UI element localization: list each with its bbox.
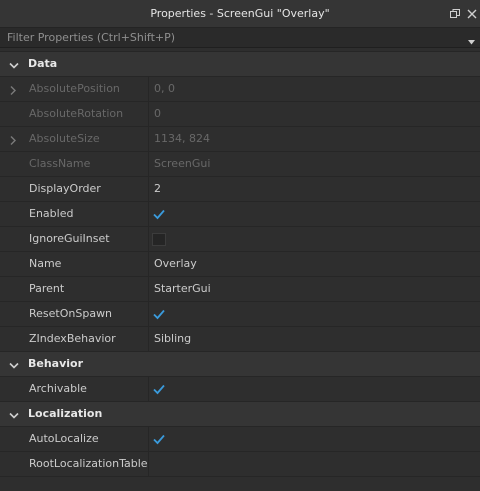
property-name: Enabled	[29, 207, 74, 220]
property-name: ResetOnSpawn	[29, 307, 113, 320]
column-divider	[148, 452, 149, 476]
column-divider	[148, 177, 149, 201]
property-name: AbsoluteRotation	[29, 107, 124, 120]
properties-panel: Properties - ScreenGui "Overlay" Data Ab…	[0, 0, 480, 491]
column-divider	[148, 427, 149, 451]
column-divider	[148, 377, 149, 401]
column-divider	[148, 327, 149, 351]
close-icon[interactable]	[465, 7, 479, 21]
section-data[interactable]: Data	[0, 51, 480, 77]
property-name: AutoLocalize	[29, 432, 99, 445]
column-divider	[148, 227, 149, 251]
property-value: 1134, 824	[154, 132, 210, 145]
property-row-absoluteposition[interactable]: AbsolutePosition 0, 0	[0, 77, 480, 102]
column-divider	[148, 277, 149, 301]
property-name: DisplayOrder	[29, 182, 101, 195]
section-label: Data	[28, 57, 58, 70]
property-name: ClassName	[29, 157, 91, 170]
checkbox-checked[interactable]	[152, 308, 166, 321]
property-row-parent[interactable]: Parent StarterGui	[0, 277, 480, 302]
column-divider	[148, 77, 149, 101]
chevron-down-icon[interactable]	[9, 60, 19, 69]
property-name: AbsoluteSize	[29, 132, 100, 145]
property-row-autolocalize[interactable]: AutoLocalize	[0, 427, 480, 452]
column-divider	[148, 102, 149, 126]
property-name: Archivable	[29, 382, 87, 395]
checkbox-checked[interactable]	[152, 383, 166, 396]
property-row-classname[interactable]: ClassName ScreenGui	[0, 152, 480, 177]
window-title: Properties - ScreenGui "Overlay"	[150, 7, 330, 20]
chevron-down-icon[interactable]	[468, 35, 475, 45]
checkbox-checked[interactable]	[152, 208, 166, 221]
property-name: ZIndexBehavior	[29, 332, 116, 345]
section-localization[interactable]: Localization	[0, 401, 480, 427]
filter-properties-input[interactable]	[0, 28, 462, 47]
property-row-enabled[interactable]: Enabled	[0, 202, 480, 227]
column-divider	[148, 152, 149, 176]
column-divider	[148, 252, 149, 276]
property-row-absoluterotation[interactable]: AbsoluteRotation 0	[0, 102, 480, 127]
properties-list: Data AbsolutePosition 0, 0 AbsoluteRotat…	[0, 51, 480, 477]
checkbox-checked[interactable]	[152, 433, 166, 446]
column-divider	[148, 127, 149, 151]
property-value: 0, 0	[154, 82, 175, 95]
chevron-right-icon[interactable]	[10, 135, 16, 145]
chevron-down-icon[interactable]	[9, 410, 19, 419]
property-value[interactable]: Overlay	[154, 252, 197, 276]
title-bar[interactable]: Properties - ScreenGui "Overlay"	[0, 0, 480, 28]
property-name: AbsolutePosition	[29, 82, 120, 95]
filter-bar	[0, 28, 480, 48]
chevron-down-icon[interactable]	[9, 360, 19, 369]
section-label: Localization	[28, 407, 103, 420]
property-value: 0	[154, 107, 161, 120]
property-row-zindexbehavior[interactable]: ZIndexBehavior Sibling	[0, 327, 480, 352]
property-value[interactable]: Sibling	[154, 327, 191, 351]
property-value: ScreenGui	[154, 157, 211, 170]
property-value[interactable]: StarterGui	[154, 277, 211, 301]
column-divider	[148, 202, 149, 226]
property-row-name[interactable]: Name Overlay	[0, 252, 480, 277]
property-row-ignoreguiinset[interactable]: IgnoreGuiInset	[0, 227, 480, 252]
property-row-resetonspawn[interactable]: ResetOnSpawn	[0, 302, 480, 327]
column-divider	[148, 302, 149, 326]
property-row-rootlocalizationtable[interactable]: RootLocalizationTable	[0, 452, 480, 477]
section-behavior[interactable]: Behavior	[0, 351, 480, 377]
section-label: Behavior	[28, 357, 84, 370]
restore-icon[interactable]	[448, 7, 462, 21]
property-name: Parent	[29, 282, 65, 295]
property-name: IgnoreGuiInset	[29, 232, 110, 245]
checkbox-unchecked[interactable]	[152, 233, 166, 246]
property-row-absolutesize[interactable]: AbsoluteSize 1134, 824	[0, 127, 480, 152]
chevron-right-icon[interactable]	[10, 85, 16, 95]
property-row-displayorder[interactable]: DisplayOrder 2	[0, 177, 480, 202]
property-name: Name	[29, 257, 62, 270]
property-row-archivable[interactable]: Archivable	[0, 377, 480, 402]
property-name: RootLocalizationTable	[29, 457, 148, 470]
property-value[interactable]: 2	[154, 177, 161, 201]
